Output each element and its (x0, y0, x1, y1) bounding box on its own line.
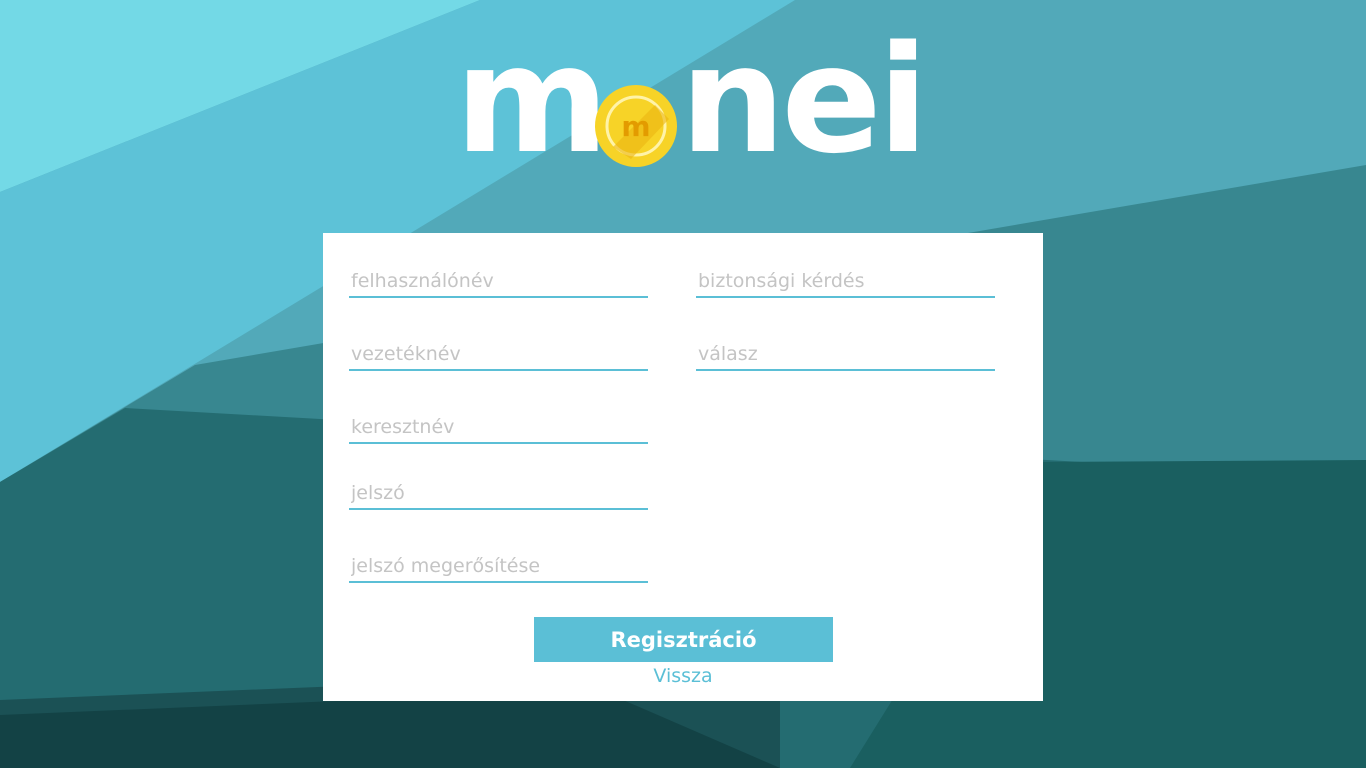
registration-screen: m m nei Regisztráció V (0, 0, 1366, 768)
monei-logo: m m nei (455, 26, 928, 175)
password-confirm-field[interactable] (349, 547, 648, 583)
username-field[interactable] (349, 262, 648, 298)
logo-text-nei: nei (680, 14, 928, 186)
back-link[interactable]: Vissza (323, 665, 1043, 687)
lastname-input[interactable] (349, 339, 648, 369)
password-input[interactable] (349, 478, 648, 508)
firstname-field[interactable] (349, 408, 648, 444)
logo-text-m: m (455, 14, 609, 186)
registration-card: Regisztráció Vissza (323, 233, 1043, 701)
gold-coin-icon: m (595, 85, 677, 167)
lastname-field[interactable] (349, 335, 648, 371)
register-button[interactable]: Regisztráció (534, 617, 833, 662)
answer-field[interactable] (696, 335, 995, 371)
firstname-input[interactable] (349, 412, 648, 442)
coin-letter: m (621, 110, 650, 143)
password-confirm-input[interactable] (349, 551, 648, 581)
security-question-input[interactable] (696, 266, 995, 296)
username-input[interactable] (349, 266, 648, 296)
security-question-field[interactable] (696, 262, 995, 298)
answer-input[interactable] (696, 339, 995, 369)
password-field[interactable] (349, 474, 648, 510)
